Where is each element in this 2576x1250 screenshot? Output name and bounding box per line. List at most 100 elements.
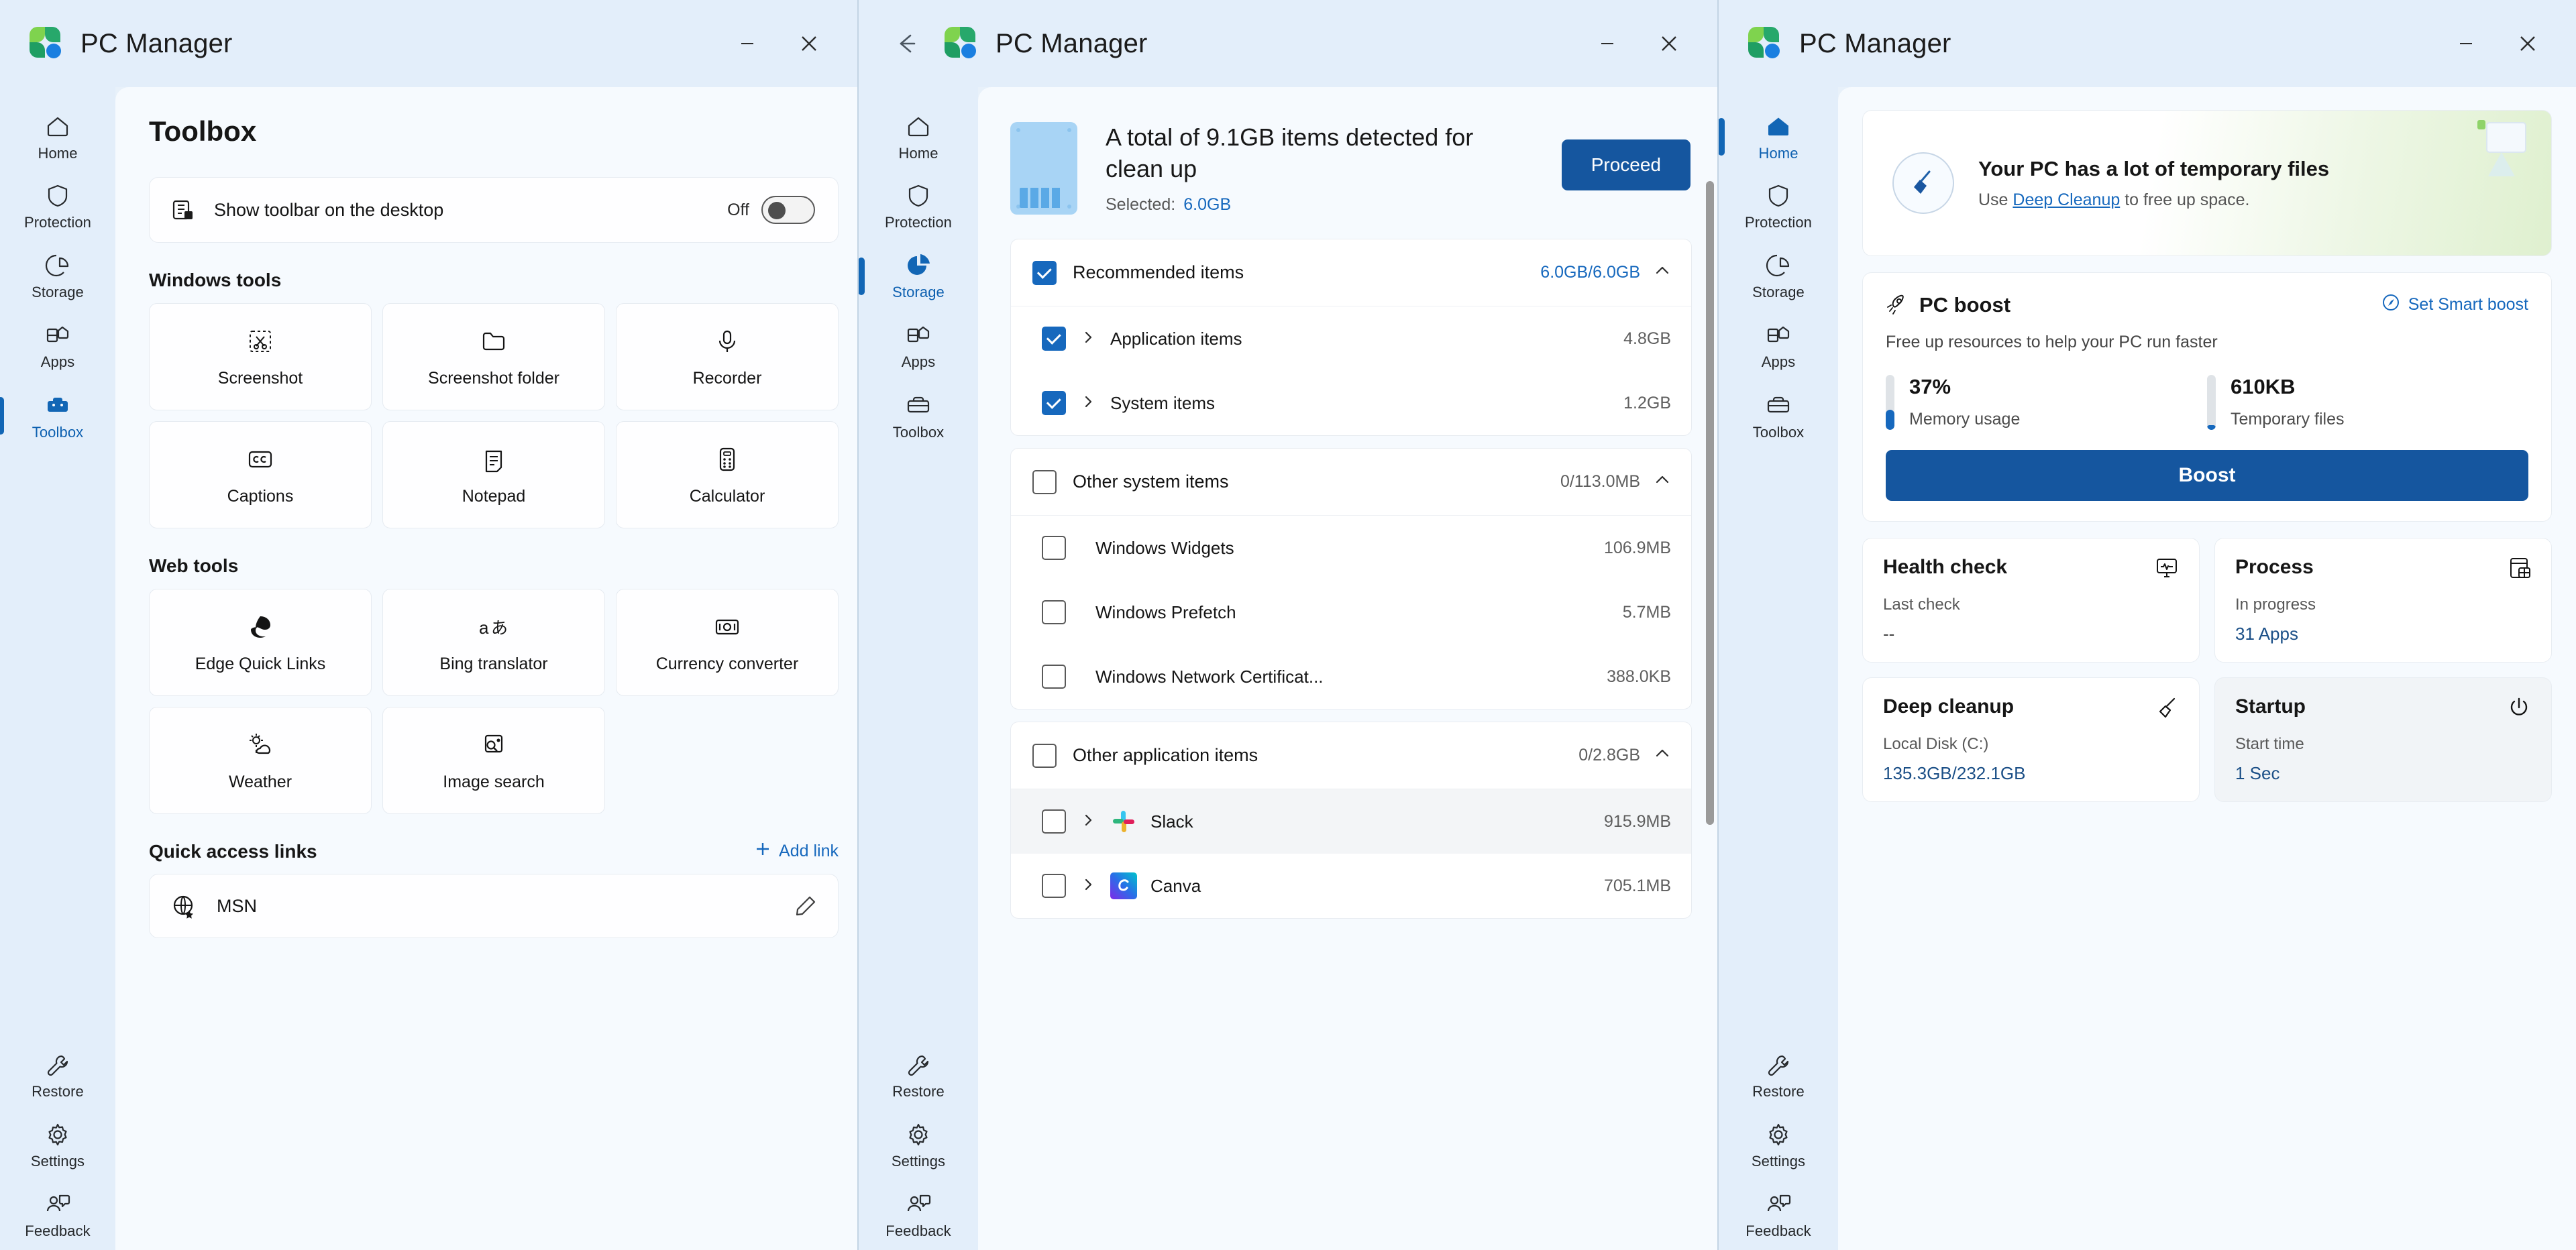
window-title: PC Manager <box>1799 28 1951 58</box>
sidebar-item-toolbox[interactable]: Toolbox <box>861 381 976 451</box>
sidebar-item-protection[interactable]: Protection <box>861 172 976 241</box>
boost-button[interactable]: Boost <box>1886 450 2528 501</box>
sidebar-item-feedback[interactable]: Feedback <box>0 1180 115 1250</box>
tool-image-search[interactable]: Image search <box>382 707 605 814</box>
weather-sun-cloud-icon <box>246 730 275 760</box>
sidebar-item-storage[interactable]: Storage <box>0 241 115 311</box>
tool-calculator[interactable]: Calculator <box>616 421 839 528</box>
sidebar-item-feedback[interactable]: Feedback <box>1721 1180 1836 1250</box>
cleanup-item-row[interactable]: Windows Network Certificat... 388.0KB <box>1011 644 1691 709</box>
banner-title: Your PC has a lot of temporary files <box>1978 156 2330 180</box>
sidebar-item-home[interactable]: Home <box>861 102 976 172</box>
sidebar-item-home[interactable]: Home <box>1719 102 1836 172</box>
temp-files-banner[interactable]: Your PC has a lot of temporary files Use… <box>1862 110 2552 256</box>
group-header[interactable]: Recommended items 6.0GB/6.0GB <box>1011 239 1691 306</box>
tool-screenshot[interactable]: Screenshot <box>149 303 372 410</box>
item-checkbox[interactable] <box>1042 327 1066 351</box>
sidebar-item-storage[interactable]: Storage <box>859 241 976 311</box>
item-size: 4.8GB <box>1623 329 1671 348</box>
sidebar-item-protection[interactable]: Protection <box>0 172 115 241</box>
sidebar-item-restore[interactable]: Restore <box>0 1041 115 1111</box>
sidebar-item-apps[interactable]: Apps <box>861 311 976 381</box>
sidebar-item-home[interactable]: Home <box>0 102 115 172</box>
show-toolbar-setting[interactable]: Show toolbar on the desktop Off <box>149 177 839 243</box>
add-link-button[interactable]: Add link <box>753 840 839 863</box>
tool-edge-quick-links[interactable]: Edge Quick Links <box>149 589 372 696</box>
chevron-right-icon[interactable] <box>1081 394 1095 412</box>
proceed-button[interactable]: Proceed <box>1561 139 1690 190</box>
cleanup-item-row[interactable]: Windows Widgets 106.9MB <box>1011 516 1691 580</box>
cleanup-item-row[interactable]: Windows Prefetch 5.7MB <box>1011 580 1691 644</box>
tool-notepad[interactable]: Notepad <box>382 421 605 528</box>
card-deep-cleanup[interactable]: Deep cleanup Local Disk (C:) 135.3GB/232… <box>1862 677 2200 802</box>
tool-captions[interactable]: Captions <box>149 421 372 528</box>
card-header: Process <box>2235 556 2531 583</box>
close-icon[interactable] <box>2497 15 2559 72</box>
sidebar-label: Home <box>898 145 938 162</box>
show-toolbar-toggle[interactable] <box>761 196 815 224</box>
chevron-right-icon[interactable] <box>1081 330 1095 348</box>
cleanup-item-row[interactable]: System items 1.2GB <box>1011 371 1691 435</box>
pencil-icon[interactable] <box>794 894 818 918</box>
tool-label: Calculator <box>689 486 765 506</box>
group-checkbox[interactable] <box>1032 469 1057 494</box>
sidebar-item-apps[interactable]: Apps <box>0 311 115 381</box>
tool-recorder[interactable]: Recorder <box>616 303 839 410</box>
power-icon <box>2507 695 2531 723</box>
group-size: 0/113.0MB <box>1560 472 1640 491</box>
cleanup-item-row[interactable]: Application items 4.8GB <box>1011 306 1691 371</box>
sidebar-item-protection[interactable]: Protection <box>1721 172 1836 241</box>
chevron-up-icon[interactable] <box>1654 745 1671 766</box>
quick-link-name: MSN <box>217 895 257 916</box>
set-smart-boost-button[interactable]: Set Smart boost <box>2381 293 2528 317</box>
item-checkbox[interactable] <box>1042 600 1066 624</box>
quick-access-link-row[interactable]: MSN <box>149 874 839 938</box>
cleanup-item-row[interactable]: Canva 705.1MB <box>1011 854 1691 918</box>
card-health-check[interactable]: Health check Last check -- <box>1862 538 2200 663</box>
minimize-icon[interactable] <box>716 15 778 72</box>
card-process[interactable]: Process In progress 31 Apps <box>2214 538 2552 663</box>
sidebar-label: Feedback <box>1746 1223 1811 1239</box>
group-label: Other application items <box>1073 745 1258 765</box>
sidebar-item-settings[interactable]: Settings <box>861 1111 976 1180</box>
closed-captions-icon <box>246 444 275 475</box>
chevron-right-icon[interactable] <box>1081 877 1095 895</box>
web-tools-heading: Web tools <box>149 555 239 576</box>
group-checkbox[interactable] <box>1032 260 1057 285</box>
item-checkbox[interactable] <box>1042 536 1066 560</box>
sidebar-item-settings[interactable]: Settings <box>1721 1111 1836 1180</box>
group-header[interactable]: Other application items 0/2.8GB <box>1011 722 1691 789</box>
sidebar-label: Toolbox <box>1752 424 1805 441</box>
group-checkbox[interactable] <box>1032 743 1057 768</box>
item-checkbox[interactable] <box>1042 809 1066 834</box>
chevron-right-icon[interactable] <box>1081 813 1095 831</box>
vertical-scrollbar[interactable] <box>1706 181 1714 825</box>
back-arrow-icon[interactable] <box>885 23 927 64</box>
minimize-icon[interactable] <box>2435 15 2497 72</box>
tool-bing-translator[interactable]: aあ Bing translator <box>382 589 605 696</box>
sidebar-item-storage[interactable]: Storage <box>1721 241 1836 311</box>
sidebar-item-apps[interactable]: Apps <box>1721 311 1836 381</box>
close-icon[interactable] <box>1638 15 1700 72</box>
card-startup[interactable]: Startup Start time 1 Sec <box>2214 677 2552 802</box>
chevron-up-icon[interactable] <box>1654 471 1671 492</box>
tool-currency-converter[interactable]: Currency converter <box>616 589 839 696</box>
group-header[interactable]: Other system items 0/113.0MB <box>1011 449 1691 516</box>
cleanup-item-row[interactable]: Slack 915.9MB <box>1011 789 1691 854</box>
sidebar-item-toolbox[interactable]: Toolbox <box>0 381 115 451</box>
deep-cleanup-link[interactable]: Deep Cleanup <box>2012 190 2120 209</box>
sidebar-item-settings[interactable]: Settings <box>0 1111 115 1180</box>
tool-weather[interactable]: Weather <box>149 707 372 814</box>
sidebar-item-restore[interactable]: Restore <box>1721 1041 1836 1111</box>
item-checkbox[interactable] <box>1042 874 1066 898</box>
minimize-icon[interactable] <box>1576 15 1638 72</box>
tool-screenshot-folder[interactable]: Screenshot folder <box>382 303 605 410</box>
item-checkbox[interactable] <box>1042 391 1066 415</box>
item-checkbox[interactable] <box>1042 665 1066 689</box>
chevron-up-icon[interactable] <box>1654 262 1671 283</box>
sidebar-item-feedback[interactable]: Feedback <box>861 1180 976 1250</box>
sidebar-window2: Home Protection Storage Apps Toolbox Res… <box>859 87 978 1250</box>
sidebar-item-restore[interactable]: Restore <box>861 1041 976 1111</box>
sidebar-item-toolbox[interactable]: Toolbox <box>1721 381 1836 451</box>
close-icon[interactable] <box>778 15 840 72</box>
